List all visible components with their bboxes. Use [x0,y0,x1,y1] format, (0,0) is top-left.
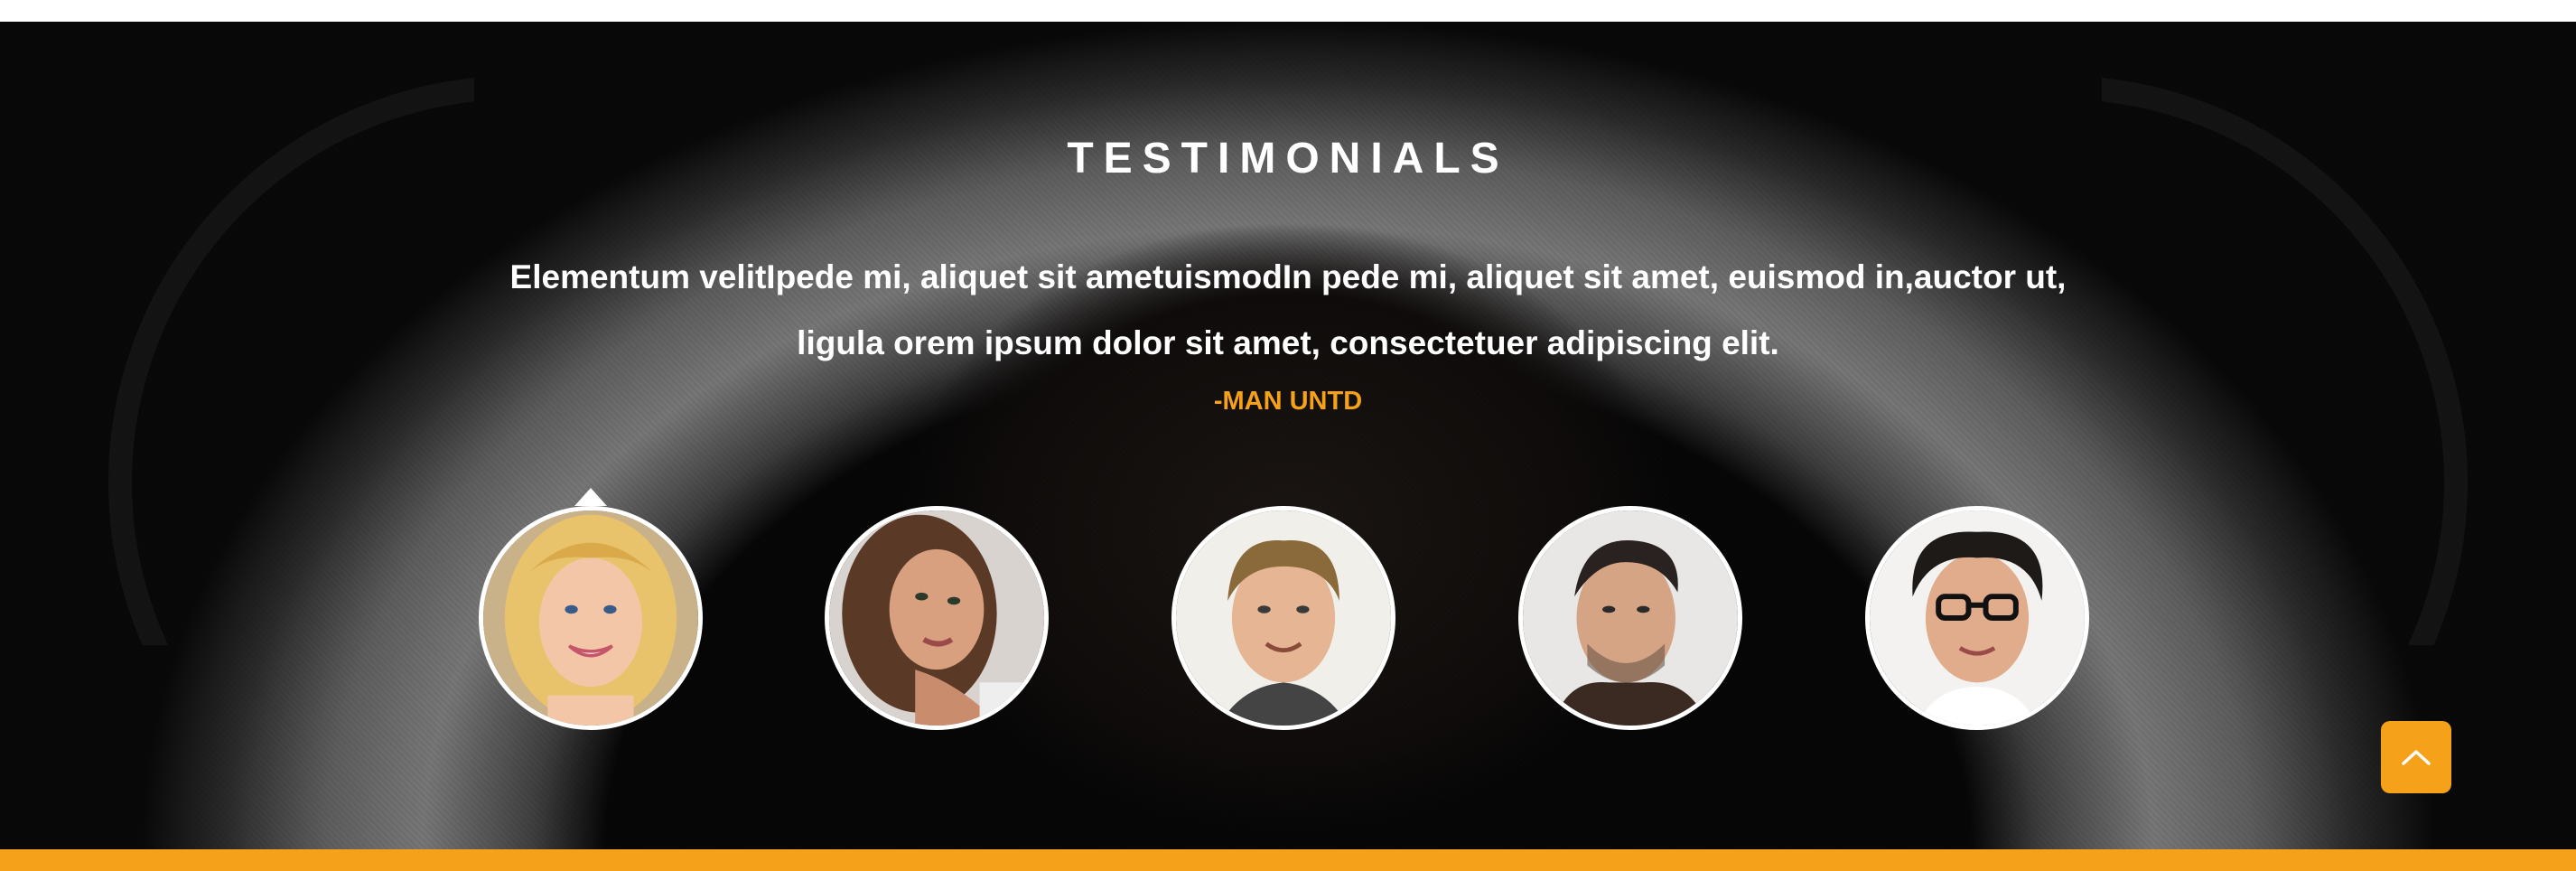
avatar-man-glasses-icon [1870,510,2085,726]
scroll-to-top-button[interactable] [2381,721,2451,793]
active-indicator-pointer [574,488,607,506]
avatar-carousel [0,0,2576,871]
avatar-young-man-icon [1176,510,1391,726]
avatar-man-dark-hair-icon [1523,510,1738,726]
avatar-blonde-woman[interactable] [479,506,703,730]
chevron-up-icon [2402,750,2431,765]
avatar-brunette-woman[interactable] [825,506,1049,730]
avatar-man-glasses[interactable] [1865,506,2089,730]
avatar-brunette-woman-icon [829,510,1044,726]
avatar-young-man[interactable] [1171,506,1395,730]
avatar-blonde-woman-icon [483,510,698,726]
avatar-man-dark-hair[interactable] [1518,506,1742,730]
footer-accent-bar [0,849,2576,871]
